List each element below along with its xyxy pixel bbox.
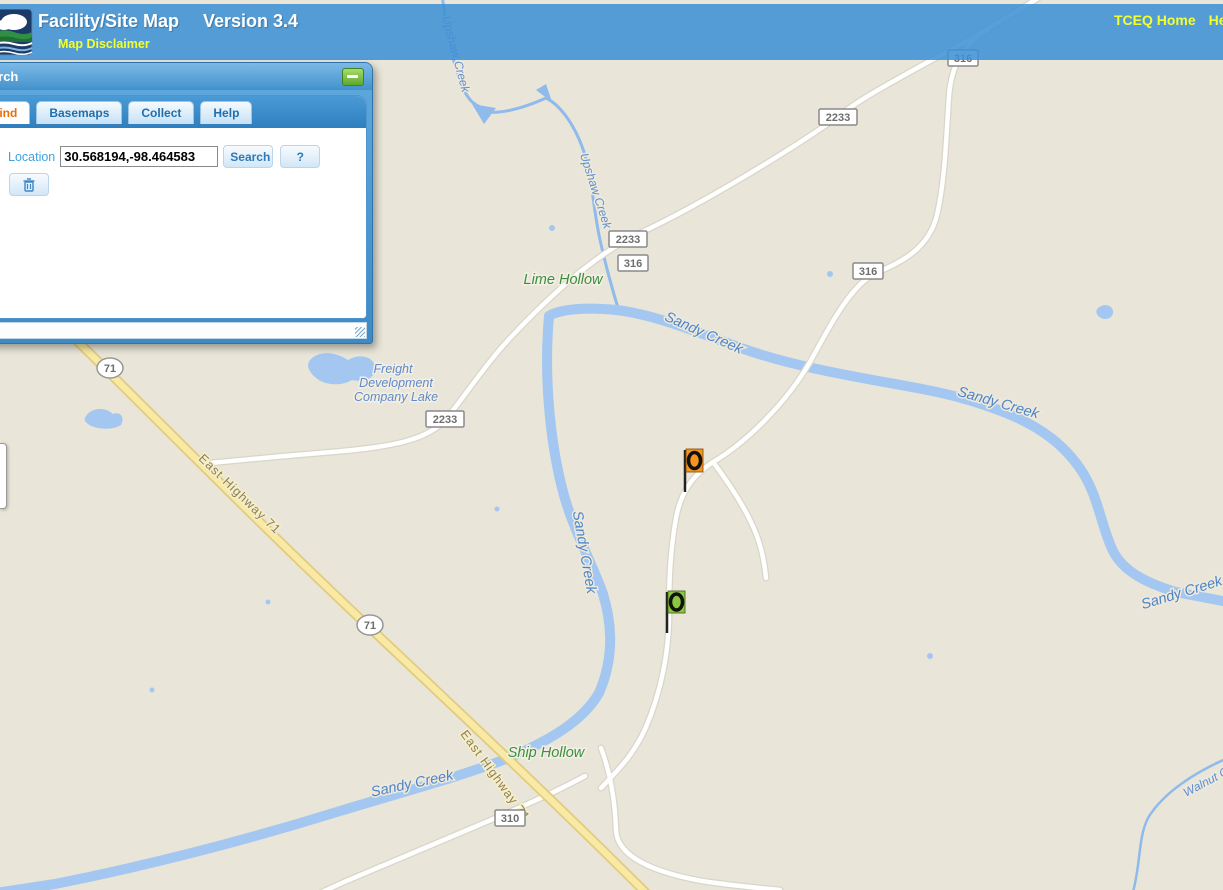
- svg-text:Company Lake: Company Lake: [354, 390, 438, 404]
- route-shield: 2233: [819, 109, 857, 125]
- route-shield: 316: [618, 255, 648, 271]
- route-shield: 2233: [609, 231, 647, 247]
- svg-text:310: 310: [501, 813, 519, 825]
- header-links: TCEQ Home Help: [1114, 12, 1223, 28]
- page-title: Facility/Site Map: [38, 11, 179, 32]
- svg-text:71: 71: [104, 363, 116, 375]
- help-link[interactable]: Help: [1209, 12, 1223, 28]
- tab-help[interactable]: Help: [200, 101, 252, 124]
- location-label: Location: [8, 150, 55, 164]
- tab-find[interactable]: Find: [0, 101, 30, 124]
- tab-bar: Find Basemaps Collect Help: [0, 96, 366, 128]
- panel-body: Find Basemaps Collect Help Location Sear…: [0, 95, 367, 319]
- panel-titlebar[interactable]: Search: [0, 63, 372, 90]
- route-shield: 2233: [426, 411, 464, 427]
- minimize-button[interactable]: [342, 68, 364, 86]
- help-question-button[interactable]: ?: [280, 145, 320, 168]
- svg-text:Freight: Freight: [374, 362, 413, 376]
- clear-button[interactable]: [9, 173, 49, 196]
- panel-title: Search: [0, 63, 372, 90]
- trash-icon: [23, 178, 35, 192]
- left-edge-panel[interactable]: [0, 443, 7, 509]
- svg-text:316: 316: [624, 258, 642, 270]
- resize-handle[interactable]: [355, 327, 365, 337]
- svg-text:316: 316: [859, 266, 877, 278]
- tceq-home-link[interactable]: TCEQ Home: [1114, 12, 1196, 28]
- svg-text:2233: 2233: [826, 112, 850, 124]
- map-label: Ship Hollow: [508, 745, 586, 761]
- svg-text:71: 71: [364, 620, 376, 632]
- location-input[interactable]: [60, 146, 218, 167]
- highway-shield: 71: [357, 615, 383, 635]
- search-panel: Search Find Basemaps Collect Help Locati…: [0, 62, 373, 344]
- tab-collect[interactable]: Collect: [128, 101, 194, 124]
- map-label: Lime Hollow: [524, 272, 604, 288]
- svg-text:2233: 2233: [616, 234, 640, 246]
- search-button[interactable]: Search: [223, 145, 273, 168]
- highway-shield: 71: [97, 358, 123, 378]
- find-tab-content: Location Search ?: [0, 128, 366, 197]
- app-header: Facility/Site Map Version 3.4 Map Discla…: [0, 4, 1223, 60]
- map-disclaimer-link[interactable]: Map Disclaimer: [58, 37, 150, 51]
- panel-statusbar: [0, 322, 367, 339]
- version-label: Version 3.4: [203, 11, 298, 32]
- svg-text:2233: 2233: [433, 414, 457, 426]
- tab-basemaps[interactable]: Basemaps: [36, 101, 122, 124]
- route-shield: 316: [853, 263, 883, 279]
- tceq-logo-icon: [0, 9, 34, 57]
- svg-text:c: c: [673, 597, 679, 609]
- svg-text:Development: Development: [359, 376, 433, 390]
- route-shield: 310: [495, 810, 525, 826]
